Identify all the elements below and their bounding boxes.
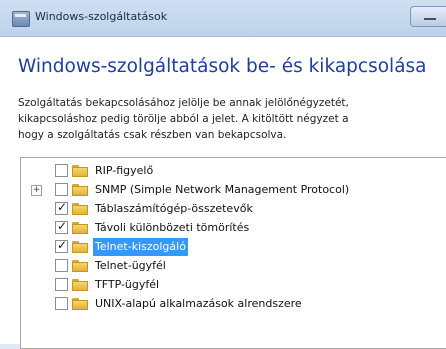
window-title: Windows-szolgáltatások — [35, 10, 168, 23]
feature-label[interactable]: Telnet-kiszolgáló — [93, 238, 188, 256]
feature-item[interactable]: UNIX-alapú alkalmazások alrendszere — [21, 295, 446, 314]
folder-icon — [72, 241, 88, 253]
folder-icon — [72, 260, 88, 272]
instructions-line: hogy a szolgáltatás csak részben van bek… — [18, 129, 287, 141]
feature-item[interactable]: Telnet-ügyfél — [21, 257, 446, 276]
feature-item[interactable]: RIP-figyelő — [21, 162, 446, 181]
feature-label[interactable]: TFTP-ügyfél — [93, 276, 161, 294]
folder-icon — [72, 165, 88, 177]
feature-item[interactable]: + SNMP (Simple Network Management Protoco… — [21, 181, 446, 200]
instructions-line: kikapcsoláshoz pedig törölje abból a jel… — [18, 113, 349, 125]
folder-icon — [72, 279, 88, 291]
feature-checkbox[interactable] — [55, 259, 68, 272]
feature-item[interactable]: Távoli különbözeti tömörítés — [21, 219, 446, 238]
instructions-text: Szolgáltatás bekapcsolásához jelölje be … — [18, 95, 349, 143]
feature-checkbox[interactable] — [55, 183, 68, 196]
folder-icon — [72, 203, 88, 215]
folder-icon — [72, 222, 88, 234]
instructions-line: Szolgáltatás bekapcsolásához jelölje be … — [18, 97, 349, 109]
minimize-button[interactable] — [410, 6, 446, 27]
feature-checkbox[interactable] — [55, 164, 68, 177]
window-icon — [12, 11, 30, 27]
features-tree[interactable]: RIP-figyelő + SNMP (Simple Network Managem… — [20, 157, 446, 349]
folder-icon — [72, 184, 88, 196]
feature-item[interactable]: Telnet-kiszolgáló — [21, 238, 446, 257]
title-bar: Windows-szolgáltatások — [0, 0, 446, 37]
feature-label[interactable]: Távoli különbözeti tömörítés — [93, 219, 251, 237]
feature-checkbox[interactable] — [55, 278, 68, 291]
minimize-icon — [424, 18, 436, 20]
feature-checkbox[interactable] — [55, 200, 68, 215]
feature-label[interactable]: SNMP (Simple Network Management Protocol… — [93, 181, 351, 199]
dialog-content: Windows-szolgáltatások be- és kikapcsolá… — [0, 37, 446, 349]
feature-label[interactable]: RIP-figyelő — [93, 162, 155, 180]
feature-item[interactable]: TFTP-ügyfél — [21, 276, 446, 295]
page-title: Windows-szolgáltatások be- és kikapcsolá… — [18, 56, 427, 77]
expand-icon[interactable]: + — [31, 185, 42, 196]
feature-label[interactable]: UNIX-alapú alkalmazások alrendszere — [93, 295, 304, 313]
feature-checkbox[interactable] — [55, 219, 68, 234]
feature-checkbox[interactable] — [55, 297, 68, 310]
feature-item[interactable]: Táblaszámítógép-összetevők — [21, 200, 446, 219]
feature-label[interactable]: Táblaszámítógép-összetevők — [93, 200, 255, 218]
folder-icon — [72, 298, 88, 310]
feature-label[interactable]: Telnet-ügyfél — [93, 257, 168, 275]
feature-checkbox[interactable] — [55, 238, 68, 253]
